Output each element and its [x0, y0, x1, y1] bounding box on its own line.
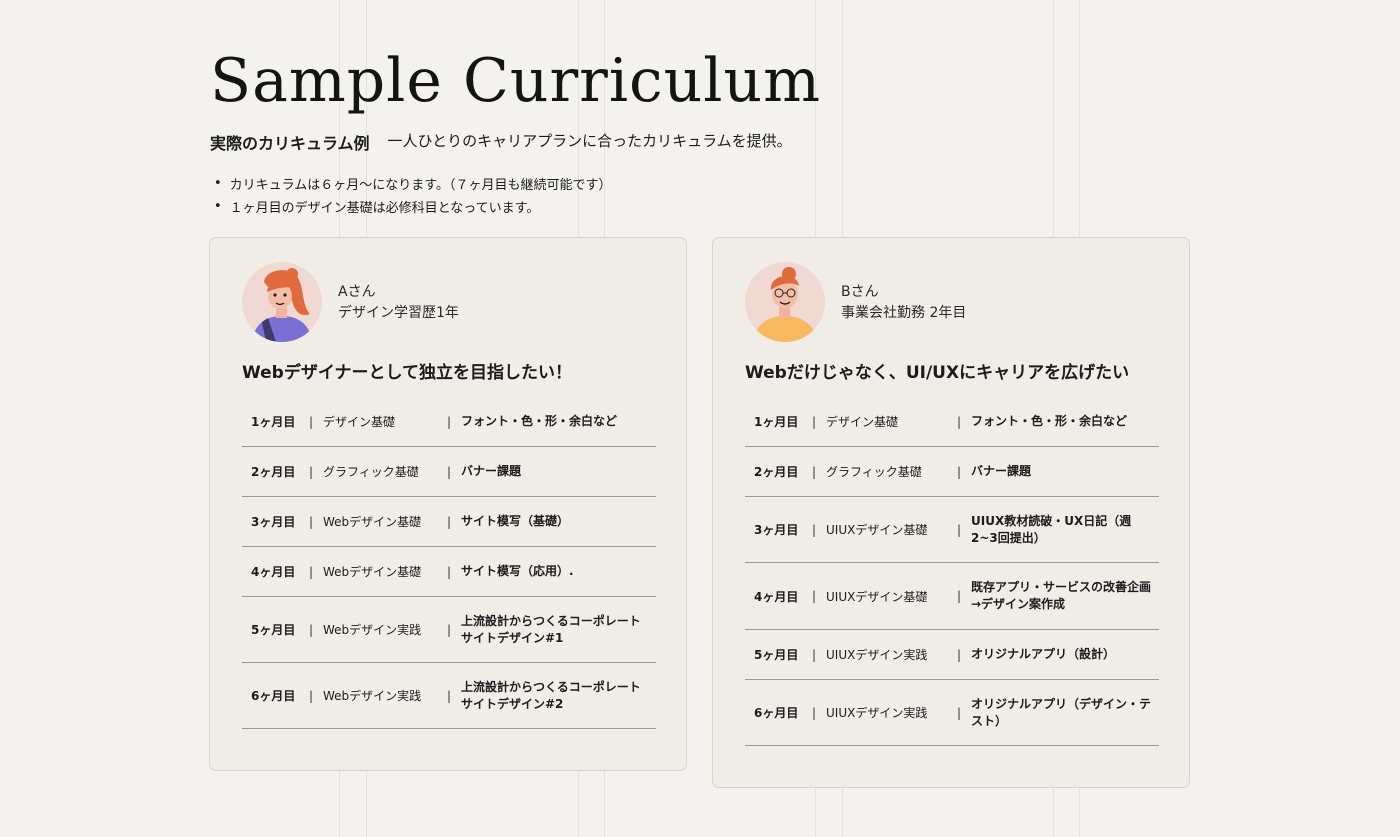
- curriculum-row: 2ヶ月目 | グラフィック基礎 | バナー課題: [745, 447, 1159, 497]
- row-month: 2ヶ月目: [251, 465, 296, 479]
- row-separator: |: [812, 589, 817, 603]
- persona-info-a: Aさん デザイン学習歴1年: [338, 282, 459, 324]
- row-separator: |: [309, 688, 314, 703]
- curriculum-row: 5ヶ月目 | UIUXデザイン実践 | オリジナルアプリ（設計）: [745, 630, 1159, 680]
- row-separator: |: [812, 522, 817, 537]
- persona-name: Aさん: [338, 284, 376, 300]
- curriculum-row: 1ヶ月目 | デザイン基礎 | フォント・色・形・余白など: [745, 397, 1159, 447]
- notes-list: カリキュラムは６ヶ月〜になります。（７ヶ月目も継続可能です） １ヶ月目のデザイン…: [214, 172, 612, 218]
- row-content: 上流設計からつくるコーポレートサイトデザイン#2: [461, 679, 641, 711]
- curriculum-row: 2ヶ月目 | グラフィック基礎 | バナー課題: [242, 447, 656, 497]
- curriculum-table-b: 1ヶ月目 | デザイン基礎 | フォント・色・形・余白など 2ヶ月目 | グラフ…: [745, 397, 1159, 746]
- row-separator: |: [309, 414, 314, 429]
- subtitle-row: 実際のカリキュラム例 一人ひとりのキャリアプランに合ったカリキュラムを提供。: [210, 130, 792, 154]
- row-month: 4ヶ月目: [754, 589, 799, 604]
- curriculum-row: 5ヶ月目 | Webデザイン実践 | 上流設計からつくるコーポレートサイトデザイ…: [242, 597, 656, 663]
- row-course: UIUXデザイン基礎: [826, 589, 928, 604]
- row-content: バナー課題: [461, 464, 522, 478]
- avatar-b: [745, 262, 825, 342]
- subtitle-description: 一人ひとりのキャリアプランに合ったカリキュラムを提供。: [387, 132, 792, 150]
- row-separator: |: [957, 647, 962, 662]
- row-course: グラフィック基礎: [826, 465, 922, 479]
- row-course: UIUXデザイン基礎: [826, 523, 928, 537]
- row-separator: |: [957, 414, 962, 429]
- row-course: デザイン基礎: [323, 415, 396, 429]
- row-month: 6ヶ月目: [754, 706, 799, 720]
- row-content: オリジナルアプリ（デザイン・テスト）: [971, 696, 1152, 728]
- note-item: １ヶ月目のデザイン基礎は必修科目となっています。: [214, 195, 611, 218]
- row-separator: |: [447, 564, 452, 579]
- persona-name: Bさん: [841, 284, 879, 300]
- row-content: バナー課題: [971, 464, 1032, 478]
- row-separator: |: [309, 464, 314, 479]
- row-month: 5ヶ月目: [251, 623, 296, 637]
- row-content: サイト模写（応用）.: [461, 564, 574, 578]
- row-content: フォント・色・形・余白など: [971, 414, 1128, 428]
- row-separator: |: [447, 688, 452, 703]
- curriculum-row: 6ヶ月目 | UIUXデザイン実践 | オリジナルアプリ（デザイン・テスト）: [745, 680, 1159, 746]
- row-separator: |: [447, 464, 452, 479]
- row-content: 上流設計からつくるコーポレートサイトデザイン#1: [461, 613, 641, 645]
- row-month: 3ヶ月目: [754, 523, 799, 537]
- row-course: Webデザイン基礎: [323, 515, 422, 529]
- row-month: 4ヶ月目: [251, 565, 296, 579]
- row-separator: |: [957, 522, 962, 537]
- row-course: グラフィック基礎: [323, 465, 419, 479]
- subtitle-heading: 実際のカリキュラム例: [210, 134, 370, 153]
- row-content: 既存アプリ・サービスの改善企画→デザイン案作成: [971, 580, 1152, 611]
- row-separator: |: [812, 464, 817, 479]
- row-course: Webデザイン実践: [323, 623, 422, 637]
- row-separator: |: [812, 705, 817, 720]
- row-separator: |: [812, 414, 817, 429]
- row-month: 6ヶ月目: [251, 689, 296, 703]
- curriculum-row: 6ヶ月目 | Webデザイン実践 | 上流設計からつくるコーポレートサイトデザイ…: [242, 663, 656, 729]
- row-separator: |: [447, 514, 452, 529]
- curriculum-row: 3ヶ月目 | UIUXデザイン基礎 | UIUX教材読破・UX日記（週2~3回提…: [745, 497, 1159, 563]
- avatar-a: [242, 262, 322, 342]
- row-separator: |: [957, 464, 962, 479]
- row-separator: |: [447, 622, 452, 637]
- row-separator: |: [957, 705, 962, 720]
- row-course: Webデザイン基礎: [323, 565, 422, 579]
- row-content: フォント・色・形・余白など: [461, 414, 618, 428]
- row-content: オリジナルアプリ（設計）: [971, 647, 1116, 661]
- row-course: デザイン基礎: [826, 415, 899, 429]
- row-month: 2ヶ月目: [754, 465, 799, 479]
- curriculum-row: 1ヶ月目 | デザイン基礎 | フォント・色・形・余白など: [242, 397, 656, 447]
- curriculum-card-a: Aさん デザイン学習歴1年 Webデザイナーとして独立を目指したい！ 1ヶ月目 …: [209, 237, 687, 771]
- row-content: UIUX教材読破・UX日記（週2~3回提出）: [971, 513, 1132, 545]
- row-separator: |: [812, 647, 817, 662]
- curriculum-card-b: Bさん 事業会社勤務 2年目 Webだけじゃなく、UI/UXにキャリアを広げたい…: [712, 237, 1190, 788]
- row-separator: |: [447, 414, 452, 429]
- row-course: UIUXデザイン実践: [826, 648, 928, 662]
- row-content: サイト模写（基礎）: [461, 514, 570, 528]
- persona-profile: デザイン学習歴1年: [338, 305, 459, 321]
- row-separator: |: [957, 589, 962, 603]
- row-month: 3ヶ月目: [251, 515, 296, 529]
- curriculum-table-a: 1ヶ月目 | デザイン基礎 | フォント・色・形・余白など 2ヶ月目 | グラフ…: [242, 397, 656, 729]
- curriculum-row: 4ヶ月目 | Webデザイン基礎 | サイト模写（応用）.: [242, 547, 656, 597]
- curriculum-row: 3ヶ月目 | Webデザイン基礎 | サイト模写（基礎）: [242, 497, 656, 547]
- row-month: 1ヶ月目: [754, 415, 799, 429]
- persona-goal: Webデザイナーとして独立を目指したい！: [242, 363, 572, 383]
- curriculum-row: 4ヶ月目 | UIUXデザイン基礎 | 既存アプリ・サービスの改善企画→デザイン…: [745, 563, 1159, 630]
- row-course: UIUXデザイン実践: [826, 706, 928, 720]
- row-month: 5ヶ月目: [754, 648, 799, 662]
- persona-goal: Webだけじゃなく、UI/UXにキャリアを広げたい: [745, 363, 1130, 383]
- row-separator: |: [309, 514, 314, 529]
- row-separator: |: [309, 622, 314, 637]
- persona-info-b: Bさん 事業会社勤務 2年目: [841, 282, 966, 324]
- row-month: 1ヶ月目: [251, 415, 296, 429]
- row-separator: |: [309, 564, 314, 579]
- row-course: Webデザイン実践: [323, 689, 422, 703]
- note-item: カリキュラムは６ヶ月〜になります。（７ヶ月目も継続可能です）: [214, 172, 612, 195]
- page-title: Sample Curriculum: [210, 46, 822, 116]
- persona-profile: 事業会社勤務 2年目: [841, 305, 967, 321]
